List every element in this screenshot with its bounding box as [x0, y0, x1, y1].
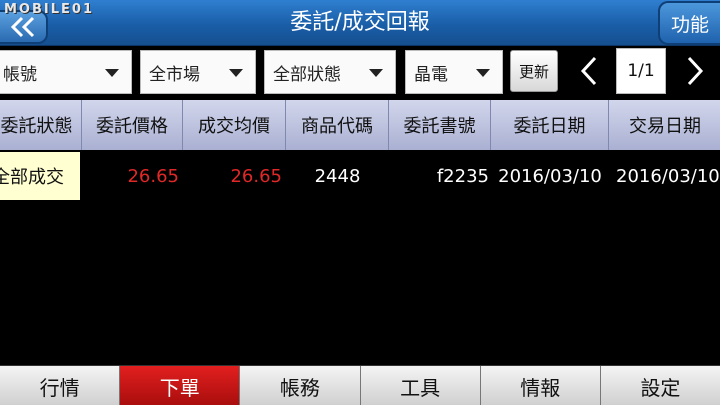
function-button[interactable]: 功能 [658, 1, 720, 45]
status-dropdown[interactable]: 全部狀態 [264, 50, 396, 94]
filter-bar: 帳號 全市場 全部狀態 晶電 更新 1/1 [0, 46, 720, 98]
cell-order-status-text: 全部成交 [0, 167, 64, 188]
chevron-down-icon [229, 69, 243, 77]
market-dropdown-value: 全市場 [149, 64, 200, 85]
tab-place-order[interactable]: 下單 [120, 366, 241, 405]
status-dropdown-value: 全部狀態 [273, 64, 341, 85]
cell-order-number: f2235 [436, 165, 489, 187]
stock-dropdown[interactable]: 晶電 [405, 50, 503, 94]
column-header-order-date[interactable]: 委託日期 [491, 100, 609, 150]
account-dropdown[interactable]: 帳號 [0, 50, 132, 94]
table-header: 委託狀態 委託價格 成交均價 商品代碼 委託書號 委託日期 交易日期 [0, 100, 720, 150]
table-row[interactable]: 全部成交 26.65 26.65 2448 f2235 2016/03/10 2… [0, 152, 720, 200]
column-header-avg-fill-price[interactable]: 成交均價 [183, 100, 286, 150]
cell-order-date: 2016/03/10 [498, 165, 602, 187]
page-indicator: 1/1 [616, 48, 666, 94]
stock-dropdown-value: 晶電 [414, 64, 448, 85]
next-page-button[interactable] [680, 48, 710, 94]
cell-order-status: 全部成交 [0, 152, 80, 200]
cell-order-price: 26.65 [127, 165, 179, 187]
refresh-button[interactable]: 更新 [510, 50, 558, 92]
column-header-order-number[interactable]: 委託書號 [389, 100, 491, 150]
prev-page-button[interactable] [574, 48, 604, 94]
market-dropdown[interactable]: 全市場 [140, 50, 256, 94]
page-title: 委託/成交回報 [290, 10, 430, 35]
chevron-down-icon [105, 69, 119, 77]
chevron-down-icon [369, 69, 383, 77]
cell-avg-fill-price: 26.65 [230, 165, 282, 187]
column-header-order-price[interactable]: 委託價格 [82, 100, 183, 150]
tab-quotes[interactable]: 行情 [0, 366, 121, 405]
cell-product-code: 2448 [314, 165, 361, 187]
chevron-left-icon [580, 56, 597, 86]
bottom-tab-bar: 行情 下單 帳務 工具 情報 設定 [0, 365, 720, 405]
tab-settings[interactable]: 設定 [600, 366, 720, 405]
column-header-trade-date[interactable]: 交易日期 [609, 100, 720, 150]
tab-news[interactable]: 情報 [480, 366, 601, 405]
tab-account[interactable]: 帳務 [240, 366, 361, 405]
column-header-product-code[interactable]: 商品代碼 [286, 100, 389, 150]
chevron-right-icon [687, 56, 704, 86]
tab-tools[interactable]: 工具 [360, 366, 481, 405]
cell-trade-date: 2016/03/10 [616, 165, 720, 187]
double-chevron-left-icon [10, 16, 35, 38]
app-header: MOBILE01 委託/成交回報 功能 [0, 0, 720, 46]
watermark-logo: MOBILE01 [4, 2, 94, 17]
chevron-down-icon [476, 69, 490, 77]
account-dropdown-value: 帳號 [3, 64, 37, 85]
column-header-order-status[interactable]: 委託狀態 [0, 100, 82, 150]
